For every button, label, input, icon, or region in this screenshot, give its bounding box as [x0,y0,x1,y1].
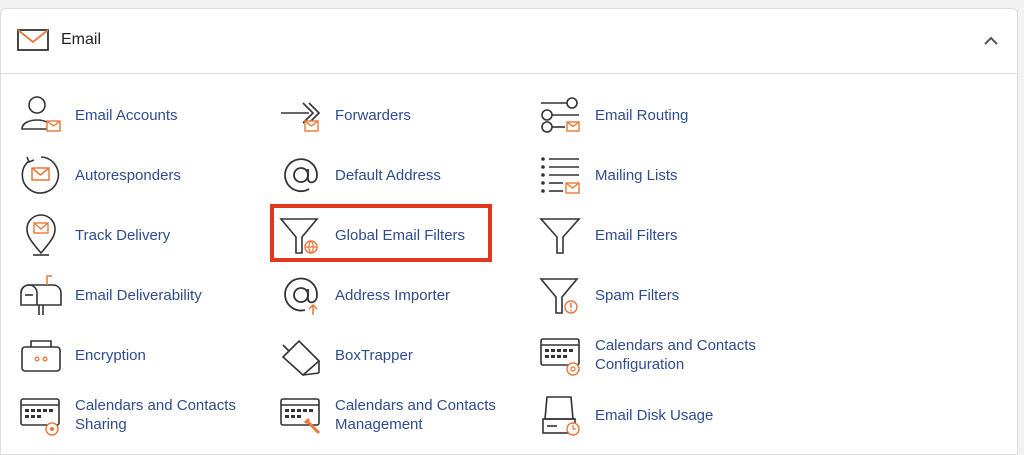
item-label: Global Email Filters [335,226,466,244]
email-routing-icon [539,93,583,137]
address-importer-link[interactable]: Address Importer [279,273,450,317]
section-title: Email [61,31,102,48]
email-section-panel: Email Email Accounts Forwarders Email Ro… [0,8,1018,455]
calendar-manage-icon [279,393,323,437]
disk-usage-icon [539,393,583,437]
email-accounts-icon [19,93,63,137]
envelope-icon [17,29,49,51]
email-filters-link[interactable]: Email Filters [539,213,678,257]
item-label: Email Accounts [75,106,178,124]
calendar-at-icon [539,333,583,377]
item-label: Mailing Lists [595,166,678,184]
email-accounts-link[interactable]: Email Accounts [19,93,178,137]
calendars-contacts-config-link[interactable]: Calendars and Contacts Configuration [539,333,756,377]
item-label: BoxTrapper [335,346,413,364]
encryption-icon [19,333,63,377]
email-routing-link[interactable]: Email Routing [539,93,688,137]
spam-filters-link[interactable]: Spam Filters [539,273,679,317]
email-disk-usage-link[interactable]: Email Disk Usage [539,393,713,437]
boxtrapper-icon [279,333,323,377]
global-email-filters-link[interactable]: Global Email Filters [279,213,465,257]
item-label: Default Address [335,166,441,184]
item-label: Email Filters [595,226,678,244]
item-label: Email Deliverability [75,286,202,304]
item-label: Calendars and Contacts Management [335,397,496,433]
autoresponders-link[interactable]: Autoresponders [19,153,181,197]
chevron-up-icon[interactable] [981,33,1001,49]
at-sign-icon [279,153,323,197]
calendar-share-icon [19,393,63,437]
funnel-globe-icon [279,213,323,257]
section-header[interactable]: Email [1,9,1017,74]
item-label: Encryption [75,346,146,364]
autoresponders-icon [19,153,63,197]
track-delivery-link[interactable]: Track Delivery [19,213,170,257]
item-label: Track Delivery [75,226,171,244]
funnel-warning-icon [539,273,583,317]
item-label: Calendars and Contacts Configuration [595,337,756,373]
mailing-lists-link[interactable]: Mailing Lists [539,153,678,197]
email-deliverability-link[interactable]: Email Deliverability [19,273,202,317]
forwarders-link[interactable]: Forwarders [279,93,411,137]
item-label: Autoresponders [75,166,181,184]
item-label: Forwarders [335,106,411,124]
at-import-icon [279,273,323,317]
map-pin-icon [19,213,63,257]
item-label: Calendars and Contacts Sharing [75,397,236,433]
funnel-icon [539,213,583,257]
encryption-link[interactable]: Encryption [19,333,146,377]
mailbox-icon [19,273,63,317]
calendars-contacts-management-link[interactable]: Calendars and Contacts Management [279,393,496,437]
boxtrapper-link[interactable]: BoxTrapper [279,333,413,377]
default-address-link[interactable]: Default Address [279,153,441,197]
forwarders-icon [279,93,323,137]
item-label: Address Importer [335,286,451,304]
calendars-contacts-sharing-link[interactable]: Calendars and Contacts Sharing [19,393,236,437]
item-label: Spam Filters [595,286,680,304]
item-label: Email Routing [595,106,689,124]
mailing-lists-icon [539,153,583,197]
item-label: Email Disk Usage [595,406,714,424]
